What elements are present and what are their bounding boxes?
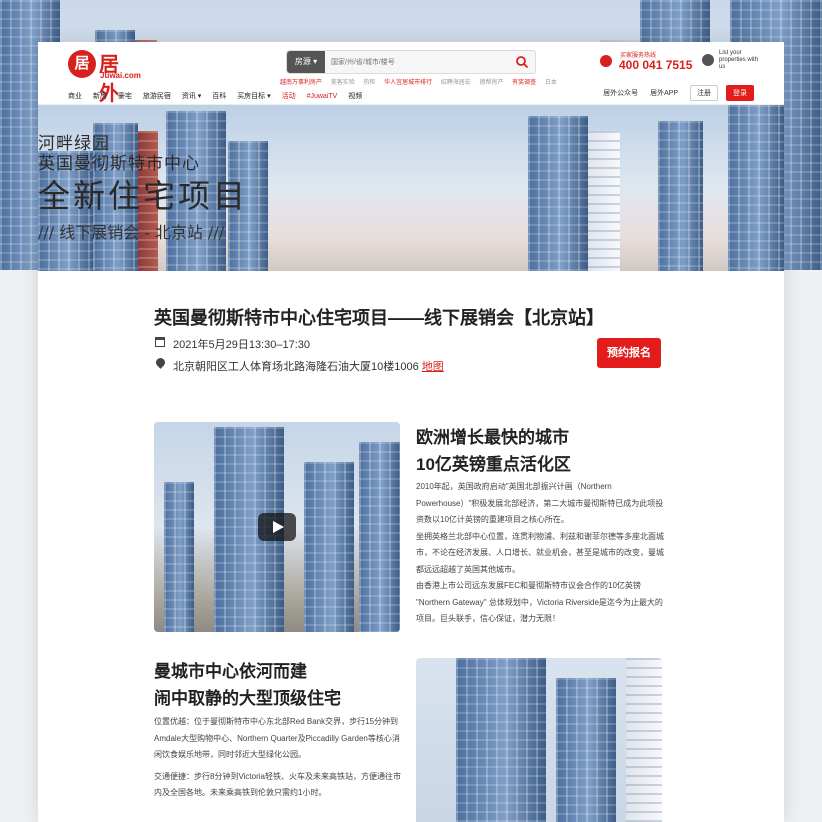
nav-item-video[interactable]: 视频 [348, 93, 362, 100]
hot-link[interactable]: 日本 [545, 80, 557, 86]
nav-item-news[interactable]: 资讯 ▾ [182, 93, 201, 100]
hot-link[interactable]: 德帮房产 [479, 80, 503, 86]
section2-paragraph: 交通便捷：步行8分钟到Victoria轻铁、火车及未来高铁站，方便通往市内及全国… [154, 771, 401, 798]
search-input[interactable] [331, 51, 501, 73]
section1-heading: 欧洲增长最快的城市 10亿英镑重点活化区 [416, 424, 571, 478]
section1-heading-line2: 10亿英镑重点活化区 [416, 455, 571, 474]
hot-link[interactable]: 越南万事利房产 [280, 80, 322, 86]
section2-heading-line1: 曼城市中心依河而建 [154, 662, 307, 681]
main-nav: 商业 新房 豪宅 旅游民宿 资讯 ▾ 百科 买房目标 ▾ 活动 #JuwaiTV… [68, 91, 371, 101]
nav-item-luxury[interactable]: 豪宅 [118, 93, 132, 100]
event-address-text: 北京朝阳区工人体育场北路海隆石油大厦10楼1006 [173, 361, 419, 373]
hot-link[interactable]: 华人宜居城市排行 [384, 80, 432, 86]
nav-item-new-homes[interactable]: 新房 [93, 93, 107, 100]
search-bar: 房源 ▾ [286, 50, 536, 74]
promo-video[interactable] [154, 422, 400, 632]
logo-domain: Juwai.com [100, 71, 141, 80]
event-title: 英国曼彻斯特市中心住宅项目——线下展销会【北京站】 [154, 308, 604, 328]
section2-paragraph: 位置优越：位于曼彻斯特市中心东北部Red Bank交界，步行15分钟到Amdal… [154, 717, 400, 759]
section1-body: 2010年起，英国政府启动"英国北部振兴计画（Northern Powerhou… [416, 479, 668, 628]
site-header: 居 居外 Juwai.com 房源 ▾ 越南万事利房产 美客实验 热柜 华人宜居… [38, 42, 784, 105]
hot-link[interactable]: 美客实验 [331, 80, 355, 86]
megaphone-icon [702, 54, 714, 66]
nav-item-juwaitv[interactable]: #JuwaiTV [307, 93, 338, 100]
section2-heading: 曼城市中心依河而建 闹中取静的大型顶级住宅 [154, 658, 341, 712]
banner-line3: 全新住宅项目 [38, 177, 249, 215]
section1-paragraph: 由香港上市公司远东发展FEC和曼彻斯特市议会合作的10亿英镑 "Northern… [416, 581, 663, 623]
hotline-number: 400 041 7515 [619, 58, 693, 72]
hot-link[interactable]: 招聘海居宏 [441, 80, 471, 86]
search-type-select[interactable]: 房源 ▾ [287, 51, 325, 73]
hot-link[interactable]: 热柜 [363, 80, 375, 86]
calendar-icon [155, 337, 165, 347]
event-banner: 河畔绿园 英国曼彻斯特市中心 全新住宅项目 /// 线下展销会 - 北京站 //… [38, 105, 784, 271]
logo-icon: 居 [68, 50, 96, 78]
section1-paragraph: 坐拥英格兰北部中心位置，连贯利物浦、利兹和谢菲尔德等多座北面城市，不论在经济发展… [416, 531, 664, 574]
nav-item-wiki[interactable]: 百科 [212, 93, 226, 100]
event-address: 北京朝阳区工人体育场北路海隆石油大厦10楼1006 地图 [173, 358, 444, 374]
phone-icon [600, 55, 612, 67]
page-card: 居 居外 Juwai.com 房源 ▾ 越南万事利房产 美客实验 热柜 华人宜居… [38, 42, 784, 822]
nav-item-goals[interactable]: 买房目标 ▾ [237, 93, 270, 100]
location-pin-icon [154, 356, 167, 369]
reserve-button[interactable]: 预约报名 [597, 338, 661, 368]
section1-heading-line1: 欧洲增长最快的城市 [416, 428, 569, 447]
nav-item-travel[interactable]: 旅游民宿 [143, 93, 171, 100]
list-properties-link[interactable]: List your properties with us [719, 50, 759, 71]
banner-line4: /// 线下展销会 - 北京站 /// [38, 223, 225, 242]
section1-paragraph: 2010年起，英国政府启动"英国北部振兴计画（Northern Powerhou… [416, 482, 664, 524]
signup-button[interactable]: 注册 [690, 85, 719, 101]
map-link[interactable]: 地图 [422, 361, 444, 373]
wechat-link[interactable]: 居外公众号 [603, 88, 638, 98]
nav-item-events[interactable]: 活动 [282, 93, 296, 100]
login-button[interactable]: 登录 [726, 85, 754, 101]
nav-item-commercial[interactable]: 商业 [68, 93, 82, 100]
account-actions: 居外公众号 居外APP 注册 登录 [603, 85, 754, 101]
building-photo [416, 658, 662, 822]
hot-link[interactable]: 有奖调查 [512, 80, 536, 86]
search-icon[interactable] [515, 55, 529, 69]
play-icon[interactable] [258, 513, 296, 541]
section2-body: 位置优越：位于曼彻斯特市中心东北部Red Bank交界，步行15分钟到Amdal… [154, 714, 406, 807]
app-link[interactable]: 居外APP [650, 88, 678, 98]
event-date: 2021年5月29日13:30–17:30 [173, 339, 310, 351]
hot-links: 越南万事利房产 美客实验 热柜 华人宜居城市排行 招聘海居宏 德帮房产 有奖调查… [280, 77, 564, 86]
section2-heading-line2: 闹中取静的大型顶级住宅 [154, 689, 341, 708]
site-logo[interactable]: 居 居外 Juwai.com [68, 50, 141, 105]
